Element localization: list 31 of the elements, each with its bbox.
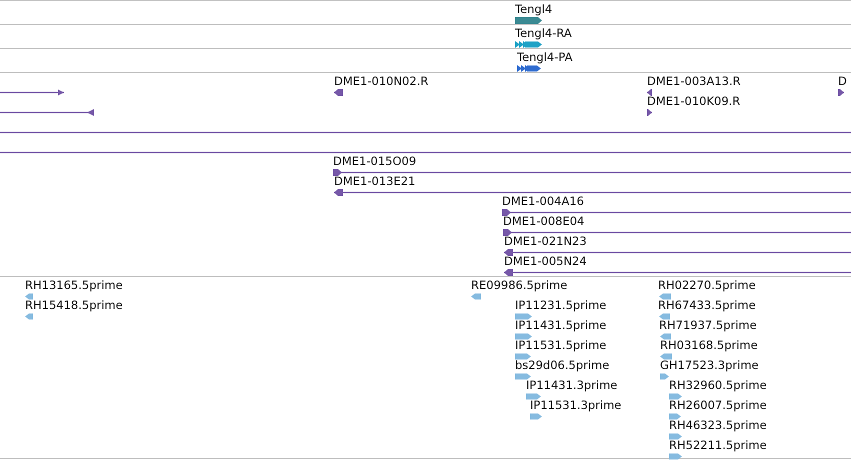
feature-label: DME1-013E21 <box>334 175 416 188</box>
feature-label: IP11531.5prime <box>515 339 606 352</box>
feature-label: RH67433.5prime <box>658 299 756 312</box>
feature-label: RH13165.5prime <box>25 279 123 292</box>
feature-label: RE09986.5prime <box>471 279 568 292</box>
feature-label: IP11531.3prime <box>530 399 622 412</box>
feature-label: RH46323.5prime <box>669 419 767 432</box>
feature-label: DME1-003A13.R <box>647 75 741 88</box>
feature-label: DME1-015O09 <box>333 155 416 168</box>
feature-label: bs29d06.5prime <box>515 359 610 372</box>
feature-label: GH17523.3prime <box>660 359 759 372</box>
feature-label: IP11431.3prime <box>526 379 618 392</box>
feature-label: RH02270.5prime <box>658 279 756 292</box>
feature-label: RH52211.5prime <box>669 439 767 452</box>
feature-label: RH26007.5prime <box>669 399 767 412</box>
feature-label: RH03168.5prime <box>660 339 758 352</box>
feature-label: Tengl4-PA <box>517 51 572 64</box>
feature-label: RH15418.5prime <box>25 299 123 312</box>
feature-label: DME1-005N24 <box>504 255 587 268</box>
feature-label: RH32960.5prime <box>669 379 767 392</box>
feature-label: IP11431.5prime <box>515 319 606 332</box>
feature-label: RH71937.5prime <box>659 319 757 332</box>
feature-label: D <box>838 75 847 88</box>
feature-label: Tengl4-RA <box>515 27 572 40</box>
feature-label: DME1-010N02.R <box>334 75 428 88</box>
feature-label: DME1-004A16 <box>502 195 584 208</box>
feature-label: DME1-010K09.R <box>647 95 740 108</box>
feature-label: IP11231.5prime <box>515 299 606 312</box>
feature-label: Tengl4 <box>515 3 552 16</box>
feature-label: DME1-021N23 <box>504 235 587 248</box>
feature-label: DME1-008E04 <box>503 215 584 228</box>
